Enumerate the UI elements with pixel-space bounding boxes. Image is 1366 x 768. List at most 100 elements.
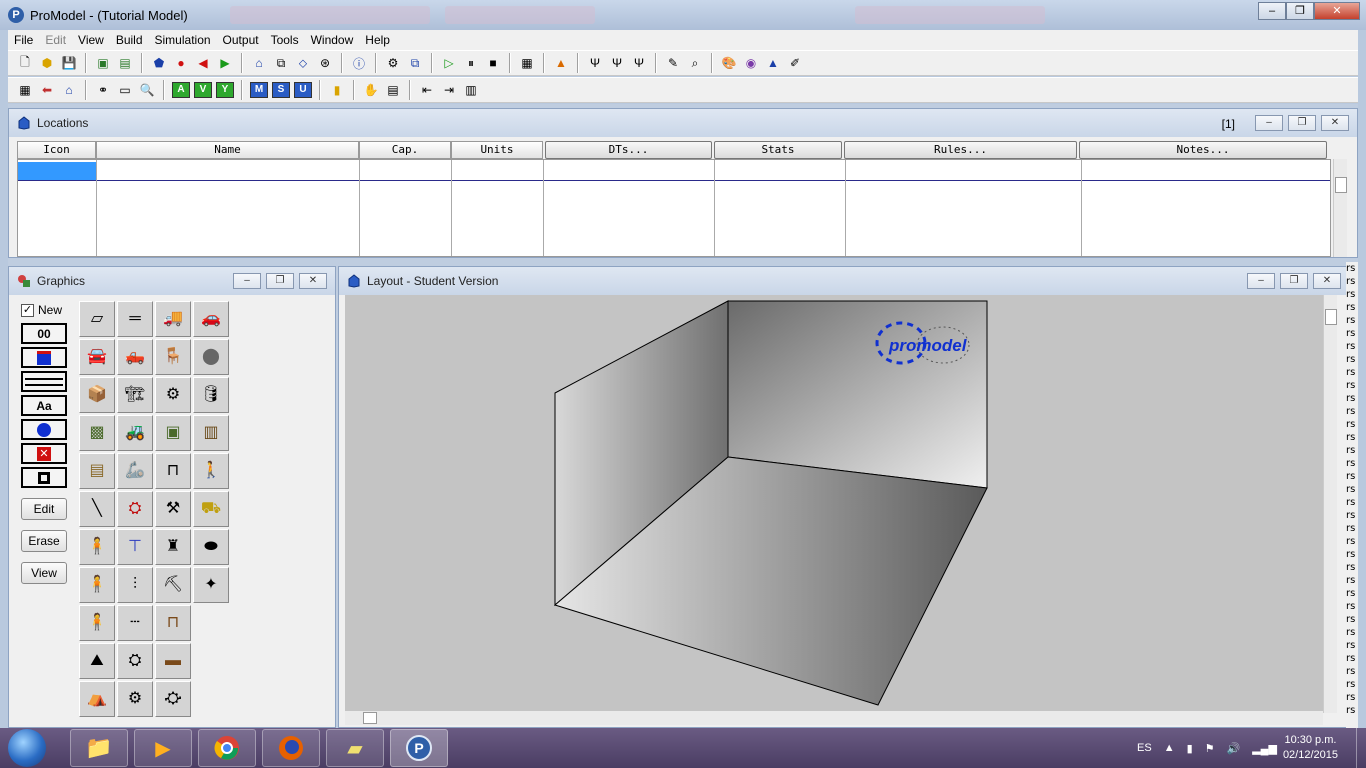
library-worker-icon[interactable]: 🧍 bbox=[79, 529, 115, 565]
battery-icon[interactable]: ▮ bbox=[1187, 742, 1193, 755]
library-pickup-icon[interactable]: 🛻 bbox=[117, 339, 153, 375]
library-pallet-icon[interactable]: ▤ bbox=[79, 453, 115, 489]
library-disc-icon[interactable]: ⬤ bbox=[193, 339, 229, 375]
export-icon[interactable]: ⇥ bbox=[440, 81, 458, 99]
entities-icon[interactable]: ⧉ bbox=[272, 54, 290, 72]
tool-delete-button[interactable]: ✕ bbox=[21, 443, 67, 464]
edit-button[interactable]: Edit bbox=[21, 498, 67, 520]
windows-icon[interactable]: ⧉ bbox=[406, 54, 424, 72]
taskbar-firefox[interactable] bbox=[262, 729, 320, 767]
library-forklift-icon[interactable]: 🏗 bbox=[117, 377, 153, 413]
back-window-icon[interactable]: ⬅ bbox=[38, 81, 56, 99]
tool-circle-button[interactable] bbox=[21, 419, 67, 440]
library-conveyor-icon[interactable]: ═ bbox=[117, 301, 153, 337]
save-icon[interactable]: 💾 bbox=[60, 54, 78, 72]
menu-output[interactable]: Output bbox=[217, 33, 265, 47]
library-blue-table-icon[interactable]: ⊤ bbox=[117, 529, 153, 565]
resources-icon[interactable]: ⊛ bbox=[316, 54, 334, 72]
library-gear-box-icon[interactable]: ⚙ bbox=[117, 681, 153, 717]
new-checkbox[interactable]: ✓ bbox=[21, 303, 34, 317]
run-icon[interactable]: ▶ bbox=[216, 54, 234, 72]
route-1-icon[interactable]: Ψ bbox=[586, 54, 604, 72]
library-worker-3-icon[interactable]: 🧍 bbox=[79, 605, 115, 641]
menu-view[interactable]: View bbox=[72, 33, 110, 47]
selected-icon-cell[interactable] bbox=[18, 162, 96, 180]
show-desktop-button[interactable] bbox=[1356, 728, 1366, 768]
stop-icon[interactable]: ● bbox=[172, 54, 190, 72]
compile-icon[interactable]: ⬟ bbox=[150, 54, 168, 72]
clipboard-icon[interactable]: ▥ bbox=[462, 81, 480, 99]
clock[interactable]: 10:30 p.m. 02/12/2015 bbox=[1283, 733, 1338, 763]
library-rack-icon[interactable]: ▥ bbox=[193, 415, 229, 451]
locations-close-button[interactable]: ✕ bbox=[1321, 115, 1349, 131]
document-icon[interactable]: ▮ bbox=[328, 81, 346, 99]
library-engine-icon[interactable]: ⛭ bbox=[117, 643, 153, 679]
layout-vertical-scrollbar[interactable] bbox=[1323, 295, 1337, 713]
triangle-icon[interactable]: ▲ bbox=[764, 54, 782, 72]
library-car-icon[interactable]: 🚗 bbox=[193, 301, 229, 337]
locations-restore-button[interactable]: ❐ bbox=[1288, 115, 1316, 131]
open-file-icon[interactable]: ⬢ bbox=[38, 54, 56, 72]
language-indicator[interactable]: ES bbox=[1137, 742, 1152, 754]
toolbar-u-button[interactable]: U bbox=[294, 82, 312, 98]
calendar-icon[interactable]: ▦ bbox=[16, 81, 34, 99]
tool-frame-button[interactable] bbox=[21, 467, 67, 488]
output-chart-icon[interactable]: ▲ bbox=[552, 54, 570, 72]
palette-icon[interactable]: 🎨 bbox=[720, 54, 738, 72]
view-icon[interactable]: ▭ bbox=[116, 81, 134, 99]
toolbar-v-button[interactable]: V bbox=[194, 82, 212, 98]
library-rollers-icon[interactable]: ⫶ bbox=[117, 567, 153, 603]
library-cnc-icon[interactable]: ⚒ bbox=[155, 491, 191, 527]
hand-icon[interactable]: ✋ bbox=[362, 81, 380, 99]
taskbar-chrome[interactable] bbox=[198, 729, 256, 767]
library-truck-icon[interactable]: 🚚 bbox=[155, 301, 191, 337]
tool-text-button[interactable]: Aa bbox=[21, 395, 67, 416]
library-yellow-machine-icon[interactable]: ⛟ bbox=[193, 491, 229, 527]
toolbar-m-button[interactable]: M bbox=[250, 82, 268, 98]
library-orange-forklift-icon[interactable]: 🚜 bbox=[117, 415, 153, 451]
library-robot-arm-icon[interactable]: 🦾 bbox=[117, 453, 153, 489]
dts-button[interactable]: DTs... bbox=[545, 141, 712, 159]
tool-00-button[interactable]: 00 bbox=[21, 323, 67, 344]
path-network-icon[interactable]: ⬦ bbox=[294, 54, 312, 72]
library-red-machine-icon[interactable]: ⛭ bbox=[117, 491, 153, 527]
locations-vertical-scrollbar[interactable] bbox=[1333, 159, 1347, 257]
library-barrels-icon[interactable]: 🛢 bbox=[193, 377, 229, 413]
menu-tools[interactable]: Tools bbox=[265, 33, 305, 47]
tool-color-button[interactable] bbox=[21, 347, 67, 368]
zoom-icon[interactable]: 🔍 bbox=[138, 81, 156, 99]
import-icon[interactable]: ⇤ bbox=[418, 81, 436, 99]
network-icon[interactable]: ▂▄▆ bbox=[1252, 742, 1277, 755]
model-package-icon[interactable]: ▤ bbox=[116, 54, 134, 72]
library-plate-icon[interactable]: ▱ bbox=[79, 301, 115, 337]
library-welder-icon[interactable]: ✦ bbox=[193, 567, 229, 603]
library-operator-icon[interactable]: 🪑 bbox=[155, 339, 191, 375]
layout-canvas[interactable]: promodel bbox=[345, 295, 1323, 713]
notes-button[interactable]: Notes... bbox=[1079, 141, 1327, 159]
graphics-close-button[interactable]: ✕ bbox=[299, 273, 327, 289]
layout-horizontal-scrollbar[interactable] bbox=[345, 711, 1323, 725]
view-button[interactable]: View bbox=[21, 562, 67, 584]
library-worker-2-icon[interactable]: 🧍 bbox=[79, 567, 115, 603]
stats-button[interactable]: Stats bbox=[714, 141, 842, 159]
library-red-car-icon[interactable]: 🚘 bbox=[79, 339, 115, 375]
locations-icon[interactable]: ⌂ bbox=[250, 54, 268, 72]
column-icon[interactable]: Icon bbox=[17, 141, 96, 159]
library-sack-icon[interactable]: ⛺ bbox=[79, 681, 115, 717]
layout-restore-button[interactable]: ❐ bbox=[1280, 273, 1308, 289]
menu-file[interactable]: File bbox=[8, 33, 39, 47]
library-machine-icon[interactable]: ⚙ bbox=[155, 377, 191, 413]
link-icon[interactable]: ⚭ bbox=[94, 81, 112, 99]
menu-build[interactable]: Build bbox=[110, 33, 149, 47]
merge-icon[interactable]: ▣ bbox=[94, 54, 112, 72]
library-crate-icon[interactable]: ▩ bbox=[79, 415, 115, 451]
route-3-icon[interactable]: Ψ bbox=[630, 54, 648, 72]
play-icon[interactable]: ▷ bbox=[440, 54, 458, 72]
locations-minimize-button[interactable]: – bbox=[1255, 115, 1283, 131]
library-box-icon[interactable]: 📦 bbox=[79, 377, 115, 413]
menu-simulation[interactable]: Simulation bbox=[149, 33, 217, 47]
close-button[interactable]: ✕ bbox=[1314, 2, 1360, 20]
locations-grid[interactable] bbox=[17, 159, 1331, 257]
taskbar-sticky-notes[interactable]: ▰ bbox=[326, 729, 384, 767]
library-press-icon[interactable]: ♜ bbox=[155, 529, 191, 565]
